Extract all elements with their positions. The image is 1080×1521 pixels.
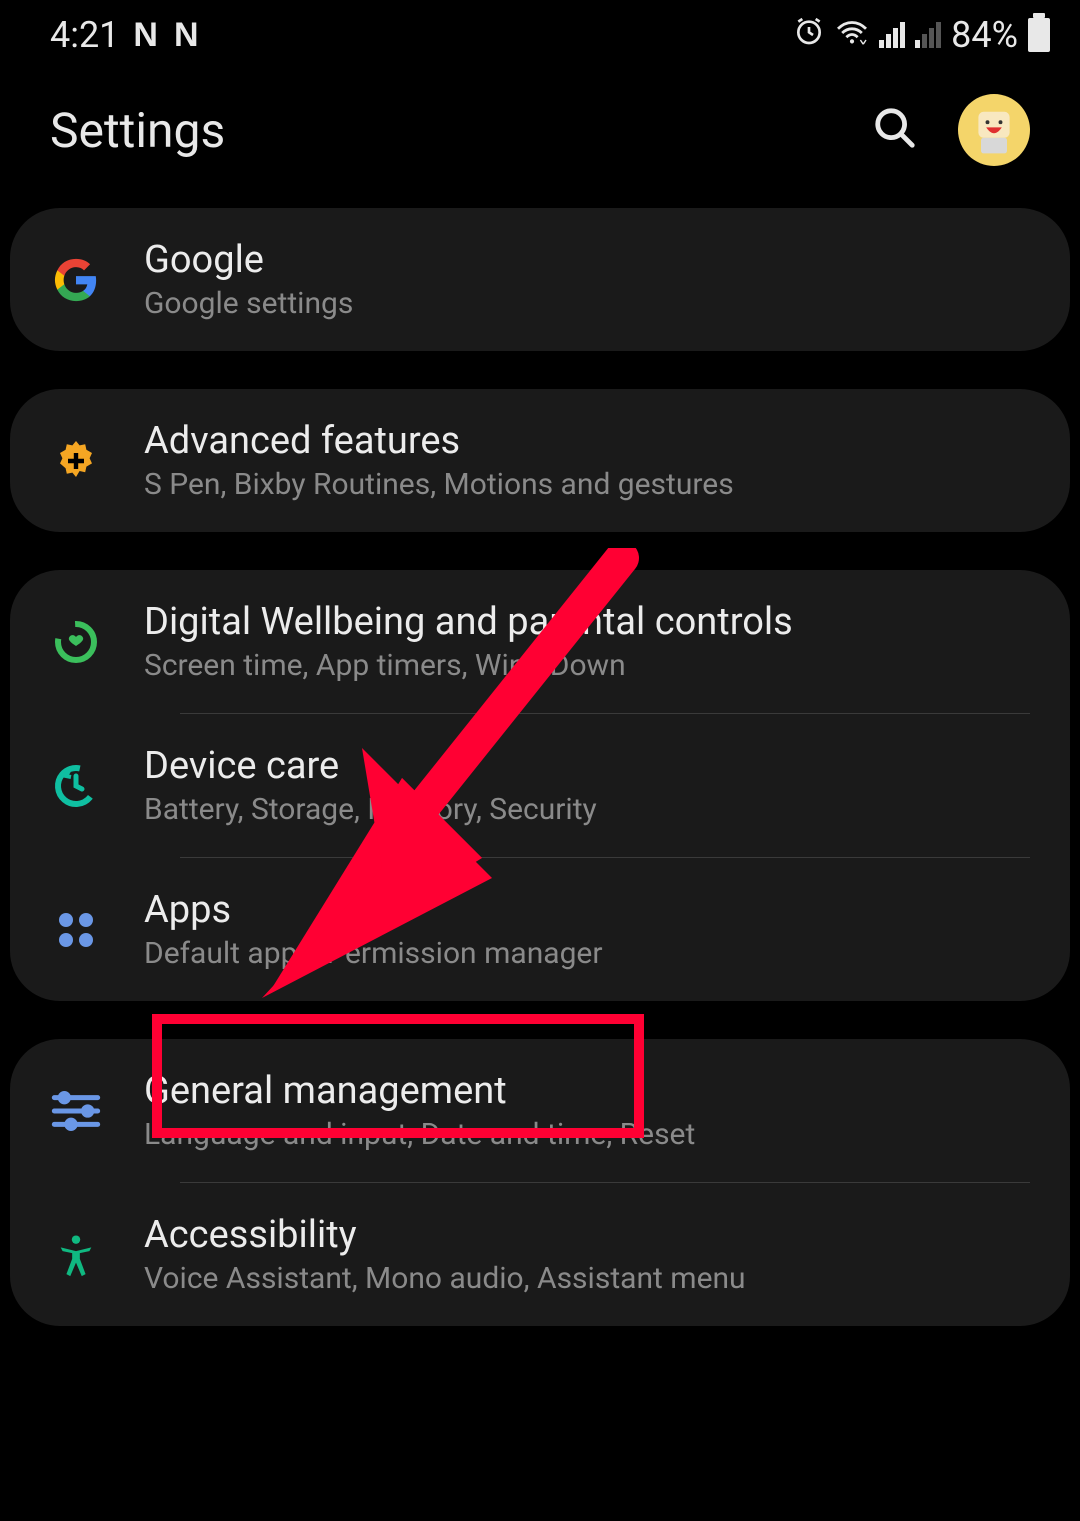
status-time: 4:21 (50, 14, 119, 56)
settings-list[interactable]: Google Google settings Advanced features… (0, 196, 1080, 1376)
alarm-icon (793, 14, 825, 56)
settings-item-title: Google (144, 238, 1034, 282)
google-icon (46, 257, 106, 303)
signal-icon-2 (915, 22, 941, 48)
settings-item-digital-wellbeing[interactable]: Digital Wellbeing and parental controls … (10, 570, 1070, 713)
search-icon[interactable] (872, 105, 918, 155)
settings-item-title: Advanced features (144, 419, 1034, 463)
settings-item-accessibility[interactable]: Accessibility Voice Assistant, Mono audi… (10, 1183, 1070, 1326)
battery-icon (1028, 18, 1050, 52)
settings-item-title: Accessibility (144, 1213, 1034, 1257)
status-right: 84% (793, 14, 1050, 56)
settings-item-title: Device care (144, 744, 1034, 788)
status-left: 4:21 N N (50, 14, 201, 56)
page-title: Settings (50, 102, 225, 159)
settings-item-device-care[interactable]: Device care Battery, Storage, Memory, Se… (10, 714, 1070, 857)
settings-group: Advanced features S Pen, Bixby Routines,… (10, 389, 1070, 532)
notification-n-icon: N (174, 16, 201, 55)
sliders-icon (46, 1090, 106, 1132)
settings-item-apps[interactable]: Apps Default apps, Permission manager (10, 858, 1070, 1001)
settings-item-general-management[interactable]: General management Language and input, D… (10, 1039, 1070, 1182)
apps-icon (46, 906, 106, 954)
profile-avatar[interactable] (958, 94, 1030, 166)
settings-item-title: Digital Wellbeing and parental controls (144, 600, 1034, 644)
settings-group: Digital Wellbeing and parental controls … (10, 570, 1070, 1001)
notification-n-icon: N (133, 16, 160, 55)
gear-plus-icon (46, 437, 106, 485)
settings-group: General management Language and input, D… (10, 1039, 1070, 1326)
settings-item-subtitle: Default apps, Permission manager (144, 936, 1034, 971)
settings-group: Google Google settings (10, 208, 1070, 351)
signal-icon-1 (879, 22, 905, 48)
settings-item-google[interactable]: Google Google settings (10, 208, 1070, 351)
wifi-icon (835, 14, 869, 56)
device-care-icon (46, 762, 106, 810)
settings-item-subtitle: Google settings (144, 286, 1034, 321)
settings-item-subtitle: Screen time, App timers, Wind Down (144, 648, 1034, 683)
battery-text: 84% (951, 14, 1018, 56)
settings-item-advanced-features[interactable]: Advanced features S Pen, Bixby Routines,… (10, 389, 1070, 532)
status-bar: 4:21 N N 84% (0, 0, 1080, 64)
app-header: Settings (0, 64, 1080, 196)
settings-item-title: General management (144, 1069, 1034, 1113)
settings-item-subtitle: Language and input, Date and time, Reset (144, 1117, 1034, 1152)
header-actions (872, 94, 1030, 166)
wellbeing-icon (46, 618, 106, 666)
settings-item-subtitle: Battery, Storage, Memory, Security (144, 792, 1034, 827)
settings-item-subtitle: S Pen, Bixby Routines, Motions and gestu… (144, 467, 1034, 502)
settings-item-subtitle: Voice Assistant, Mono audio, Assistant m… (144, 1261, 1034, 1296)
settings-item-title: Apps (144, 888, 1034, 932)
accessibility-icon (46, 1232, 106, 1278)
